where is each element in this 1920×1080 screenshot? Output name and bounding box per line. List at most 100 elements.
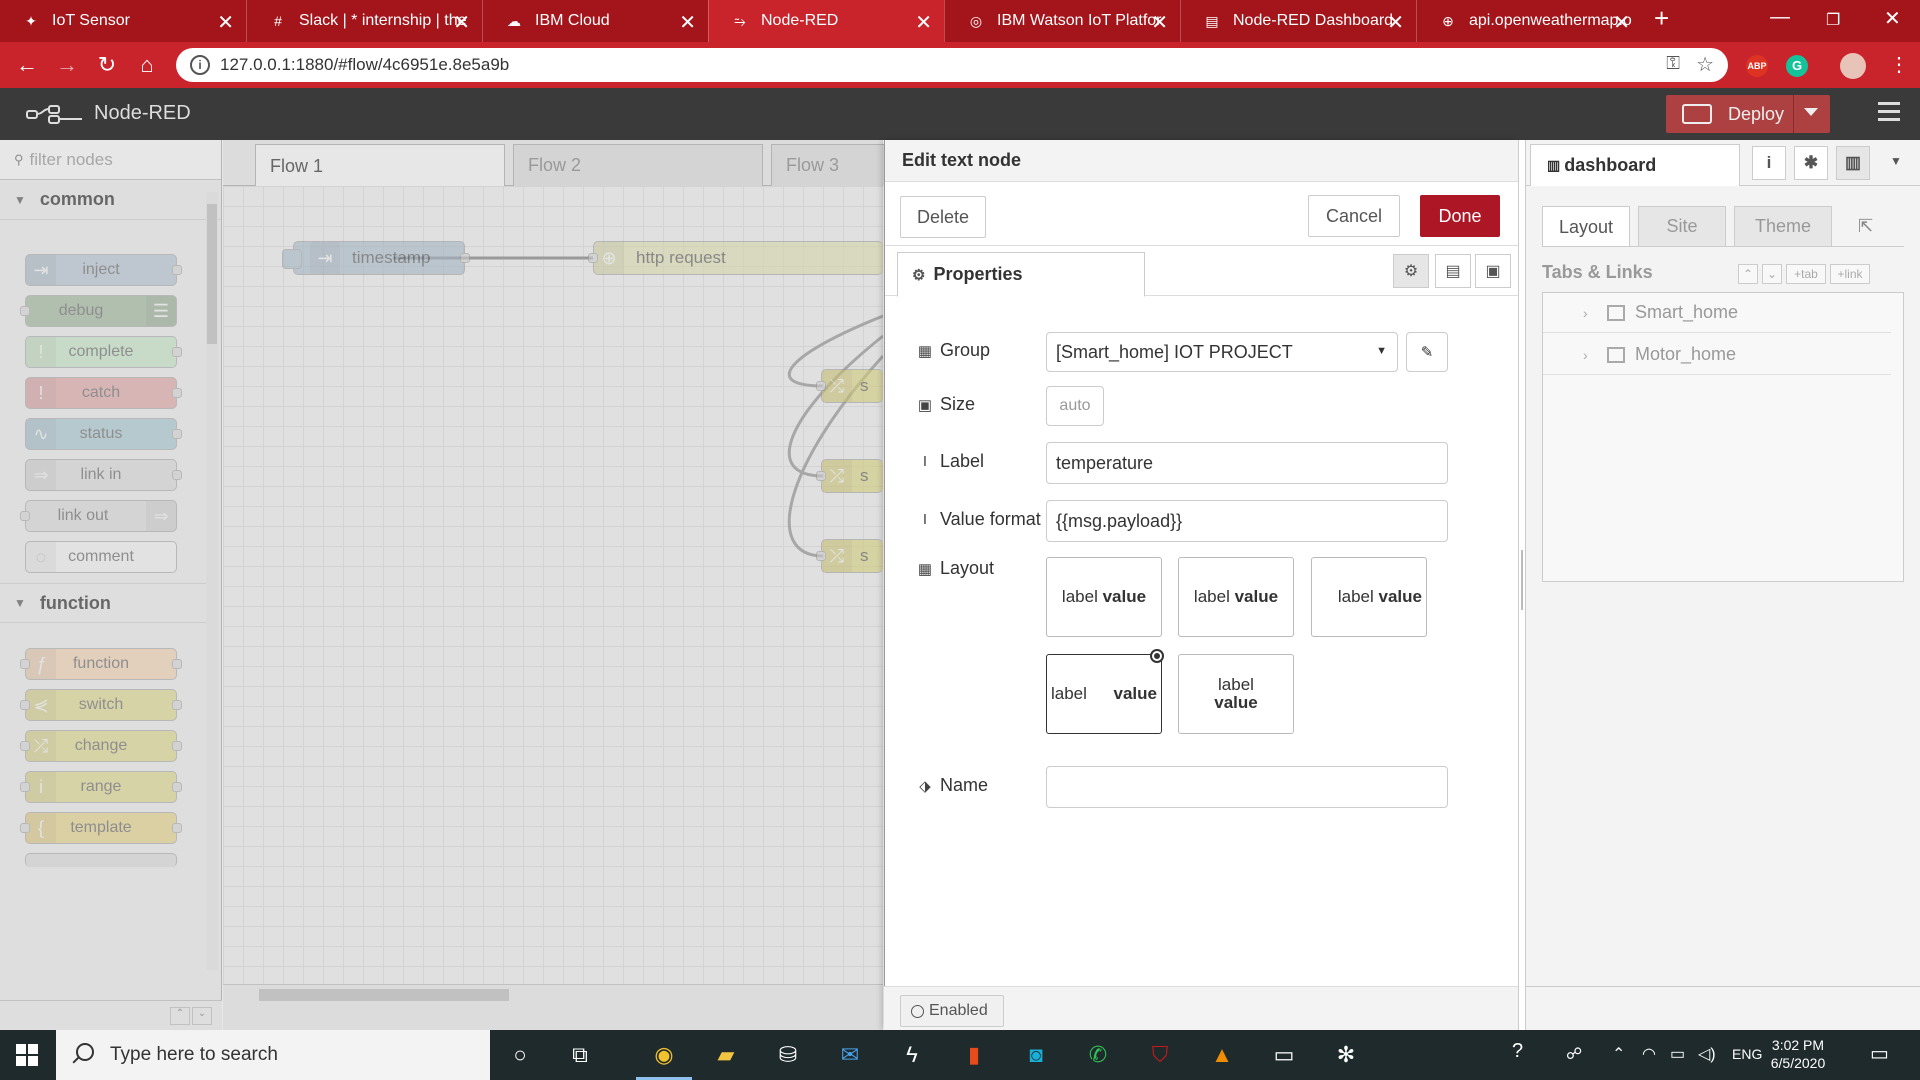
edit-group-button[interactable]: ✎ <box>1406 332 1448 372</box>
collapse-up-icon[interactable]: ⌃ <box>1738 264 1758 284</box>
tab-properties[interactable]: ⚙ Properties <box>897 252 1145 297</box>
whatsapp-icon[interactable]: ✆ <box>1080 1038 1116 1072</box>
close-icon[interactable]: ✕ <box>1613 10 1630 35</box>
office-icon[interactable]: ▮ <box>956 1038 992 1072</box>
task-view-icon[interactable]: ⧉ <box>562 1038 598 1072</box>
forward-icon[interactable]: → <box>54 52 80 78</box>
bolt-icon[interactable]: ϟ <box>894 1038 930 1072</box>
cancel-button[interactable]: Cancel <box>1308 195 1400 237</box>
close-icon[interactable]: ✕ <box>217 10 234 35</box>
layout-option-2[interactable]: label value <box>1178 557 1294 637</box>
delete-button[interactable]: Delete <box>900 196 986 238</box>
chevron-right-icon[interactable]: › <box>1583 305 1588 321</box>
browser-tab-iot-sensor[interactable]: ✦ IoT Sensor ✕ <box>0 0 246 42</box>
sidebar-tab-dashboard[interactable]: ▥ dashboard <box>1530 144 1740 187</box>
taskbar-search-input[interactable]: Type here to search <box>56 1030 490 1080</box>
url-input[interactable]: i 127.0.0.1:1880/#flow/4c6951e.8e5a9b ⚿ … <box>176 48 1728 82</box>
browser-tab-slack[interactable]: # Slack | * internship | the ✕ <box>246 0 482 42</box>
new-tab-button[interactable]: + <box>1654 3 1669 34</box>
more-icon[interactable]: ⋮ <box>1886 52 1912 77</box>
cortana-icon[interactable]: ○ <box>502 1038 538 1072</box>
value-format-input[interactable]: {{msg.payload}} <box>1046 500 1448 542</box>
key-icon[interactable]: ⚿ <box>1666 53 1680 74</box>
done-button[interactable]: Done <box>1420 195 1500 237</box>
description-tab-icon[interactable]: ▤ <box>1435 254 1471 288</box>
add-tab-button[interactable]: +tab <box>1786 264 1826 284</box>
back-icon[interactable]: ← <box>14 52 40 78</box>
value-format-label: I Value format <box>916 509 1041 530</box>
layout-option-3[interactable]: label value <box>1311 557 1427 637</box>
layout-label-text: label <box>1193 587 1230 606</box>
info-tab-icon[interactable]: i <box>1752 146 1786 180</box>
tab-theme[interactable]: Theme <box>1734 206 1832 246</box>
size-button[interactable]: auto <box>1046 386 1104 426</box>
reload-icon[interactable]: ↻ <box>94 52 120 78</box>
layout-option-5[interactable]: label value <box>1178 654 1294 734</box>
file-explorer-icon[interactable]: ▰ <box>708 1038 744 1072</box>
language-indicator[interactable]: ENG <box>1732 1046 1762 1062</box>
tab-site[interactable]: Site <box>1638 206 1726 246</box>
chevron-down-icon[interactable] <box>1804 108 1818 116</box>
wifi-icon[interactable]: ◠ <box>1642 1044 1656 1064</box>
debug-tab-icon[interactable]: ✱ <box>1794 146 1828 180</box>
adblock-icon[interactable]: ABP <box>1746 55 1768 77</box>
help-icon[interactable]: ? <box>1512 1040 1523 1063</box>
chevron-right-icon[interactable]: › <box>1583 347 1588 363</box>
layout-option-1[interactable]: label value <box>1046 557 1162 637</box>
store-icon[interactable]: ⛁ <box>770 1038 806 1072</box>
terminal-icon[interactable]: ▭ <box>1266 1038 1302 1072</box>
circle-icon <box>911 1004 924 1018</box>
chrome-icon[interactable]: ◉ <box>636 1038 692 1080</box>
browser-tab-node-red[interactable]: ⥲ Node-RED ✕ <box>708 0 944 42</box>
grammarly-icon[interactable]: G <box>1786 55 1808 77</box>
label-input[interactable]: temperature <box>1046 442 1448 484</box>
browser-tab-watson[interactable]: ◎ IBM Watson IoT Platfor ✕ <box>944 0 1180 42</box>
clock[interactable]: 3:02 PM 6/5/2020 <box>1760 1036 1836 1072</box>
appearance-tab-icon[interactable]: ▣ <box>1475 254 1511 288</box>
notification-icon[interactable]: ▭ <box>1870 1041 1889 1066</box>
volume-icon[interactable]: ◁) <box>1698 1044 1716 1064</box>
close-icon[interactable]: ✕ <box>453 10 470 35</box>
close-icon[interactable]: ✕ <box>1151 10 1168 35</box>
group-select[interactable]: [Smart_home] IOT PROJECT ▼ <box>1046 332 1398 372</box>
browser-tab-dashboard[interactable]: ▤ Node-RED Dashboard ✕ <box>1180 0 1416 42</box>
browser-tab-ibm-cloud[interactable]: ☁ IBM Cloud ✕ <box>482 0 708 42</box>
chevron-down-icon[interactable]: ▼ <box>1890 154 1902 168</box>
home-icon[interactable]: ⌂ <box>134 52 160 78</box>
dashboard-tab-icon[interactable]: ▥ <box>1836 146 1870 180</box>
deploy-button[interactable]: Deploy <box>1666 95 1830 133</box>
layout-option-4[interactable]: label value <box>1046 654 1162 734</box>
people-icon[interactable]: ☍ <box>1566 1044 1582 1064</box>
add-link-button[interactable]: +link <box>1830 264 1870 284</box>
vlc-icon[interactable]: ▲ <box>1204 1038 1240 1072</box>
tree-item-smart-home[interactable]: › Smart_home <box>1543 293 1891 333</box>
close-icon[interactable]: ✕ <box>1387 10 1404 35</box>
star-icon[interactable]: ☆ <box>1696 52 1714 77</box>
close-icon[interactable]: ✕ <box>915 10 932 35</box>
avatar[interactable] <box>1840 53 1866 79</box>
chevron-up-icon[interactable]: ⌃ <box>1612 1044 1625 1064</box>
splitter-grip[interactable] <box>1521 550 1523 610</box>
mail-icon[interactable]: ✉ <box>832 1038 868 1072</box>
collapse-down-icon[interactable]: ⌄ <box>1762 264 1782 284</box>
windows-start-icon[interactable] <box>16 1044 38 1066</box>
node-red-icon: ⥲ <box>734 12 746 29</box>
slack-icon[interactable]: ✻ <box>1328 1038 1364 1072</box>
menu-icon[interactable] <box>1878 102 1900 126</box>
mcafee-icon[interactable]: ⛉ <box>1142 1038 1178 1072</box>
info-icon[interactable]: i <box>190 55 210 75</box>
window-close-icon[interactable]: ✕ <box>1884 6 1901 31</box>
camera-icon[interactable]: ◙ <box>1018 1038 1054 1072</box>
tab-layout[interactable]: Layout <box>1542 206 1630 247</box>
name-input[interactable] <box>1046 766 1448 808</box>
tree-item-motor-home[interactable]: › Motor_home <box>1543 335 1891 375</box>
sidebar-splitter[interactable] <box>1518 140 1526 1030</box>
battery-icon[interactable]: ▭ <box>1670 1044 1685 1064</box>
close-icon[interactable]: ✕ <box>679 10 696 35</box>
browser-tab-openweathermap[interactable]: ⊕ api.openweathermap.o ✕ <box>1416 0 1642 42</box>
external-link-icon[interactable]: ⇱ <box>1858 216 1873 237</box>
settings-tab-icon[interactable]: ⚙ <box>1393 254 1429 288</box>
restore-icon[interactable]: ❐ <box>1826 10 1840 30</box>
enabled-toggle[interactable]: Enabled <box>900 995 1004 1027</box>
minimize-icon[interactable]: — <box>1770 6 1790 29</box>
